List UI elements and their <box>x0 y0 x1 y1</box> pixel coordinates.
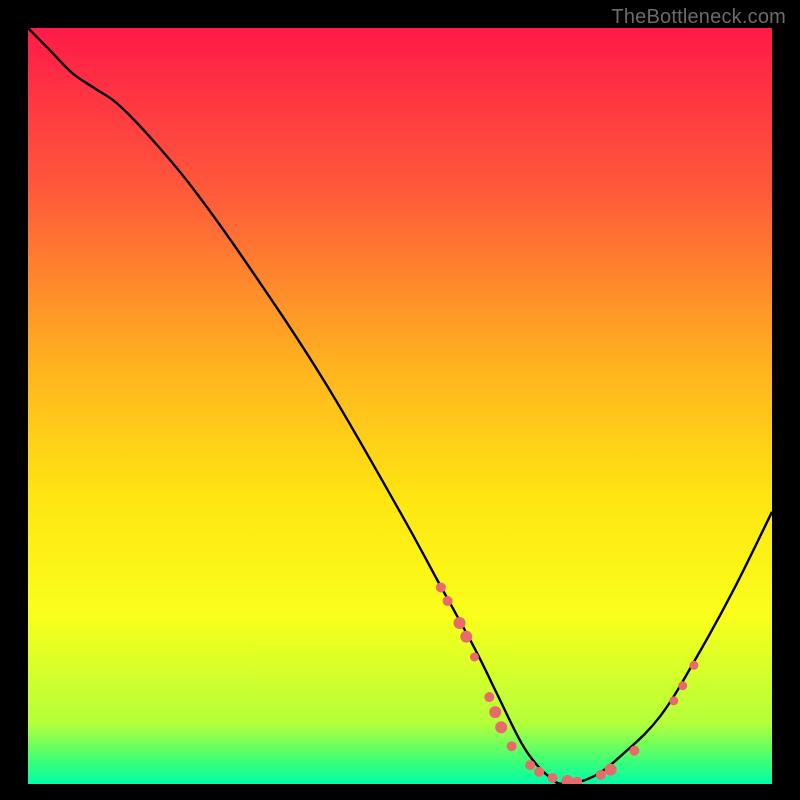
sample-point <box>678 681 687 690</box>
sample-point <box>489 706 501 718</box>
sample-point <box>525 760 535 770</box>
sample-point <box>689 661 698 670</box>
sample-point <box>443 596 453 606</box>
sample-point <box>460 631 472 643</box>
sample-point <box>495 721 507 733</box>
sample-point <box>436 582 446 592</box>
sample-point <box>507 741 517 751</box>
sample-point <box>470 652 479 661</box>
sample-point <box>534 767 544 777</box>
chart-svg <box>28 28 772 784</box>
sample-point <box>454 617 466 629</box>
watermark-text: TheBottleneck.com <box>611 6 786 29</box>
sample-point <box>596 770 606 780</box>
plot-area <box>28 28 772 784</box>
sample-point <box>605 764 617 776</box>
sample-point <box>669 696 678 705</box>
sample-point <box>548 773 558 783</box>
chart-container: TheBottleneck.com <box>0 0 800 800</box>
gradient-background <box>28 28 772 784</box>
sample-point <box>629 746 639 756</box>
sample-point <box>484 692 494 702</box>
